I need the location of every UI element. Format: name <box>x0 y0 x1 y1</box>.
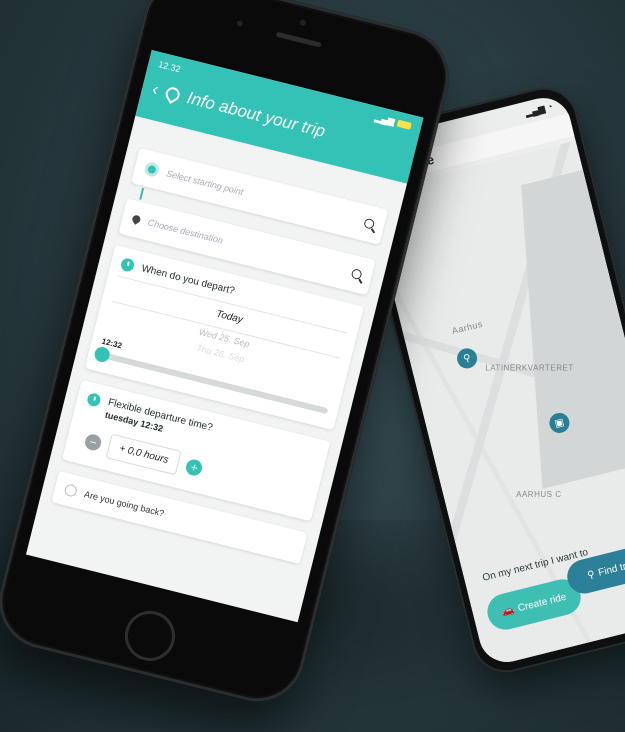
destination-pin-icon <box>130 213 142 225</box>
route-connector <box>139 187 145 200</box>
front-camera <box>299 19 307 27</box>
car-icon: 🚗 <box>500 604 516 618</box>
plus-button[interactable]: + <box>184 457 205 477</box>
slider-thumb[interactable] <box>93 345 112 364</box>
map-label-aarhus: Aarhus <box>450 318 484 337</box>
map-label-aarhus-c: AARHUS C <box>516 490 562 500</box>
location-pin-icon <box>163 84 183 104</box>
start-dot-icon <box>143 161 161 178</box>
back-chevron-icon[interactable]: ‹ <box>150 79 161 101</box>
search-icon[interactable] <box>363 217 376 230</box>
return-radio[interactable] <box>63 483 79 498</box>
clock-icon <box>86 391 102 408</box>
harbor-water <box>521 158 625 490</box>
home-button[interactable] <box>119 605 181 667</box>
minus-button[interactable]: − <box>83 432 103 452</box>
sensor <box>236 19 244 28</box>
map-label-latinerkvarteret: LATINERKVARTERET <box>485 363 574 373</box>
bike-pin-icon[interactable]: ⚲ <box>454 346 480 371</box>
speaker-grille <box>275 31 322 48</box>
clock-icon <box>119 257 136 273</box>
hours-value[interactable]: + 0,0 hours <box>105 433 182 476</box>
search-icon[interactable] <box>350 268 363 281</box>
create-ride-label: Create ride <box>516 591 568 614</box>
battery-icon <box>396 119 412 130</box>
find-trip-label: Find trip <box>597 558 625 579</box>
search-icon: ⚲ <box>586 568 596 582</box>
